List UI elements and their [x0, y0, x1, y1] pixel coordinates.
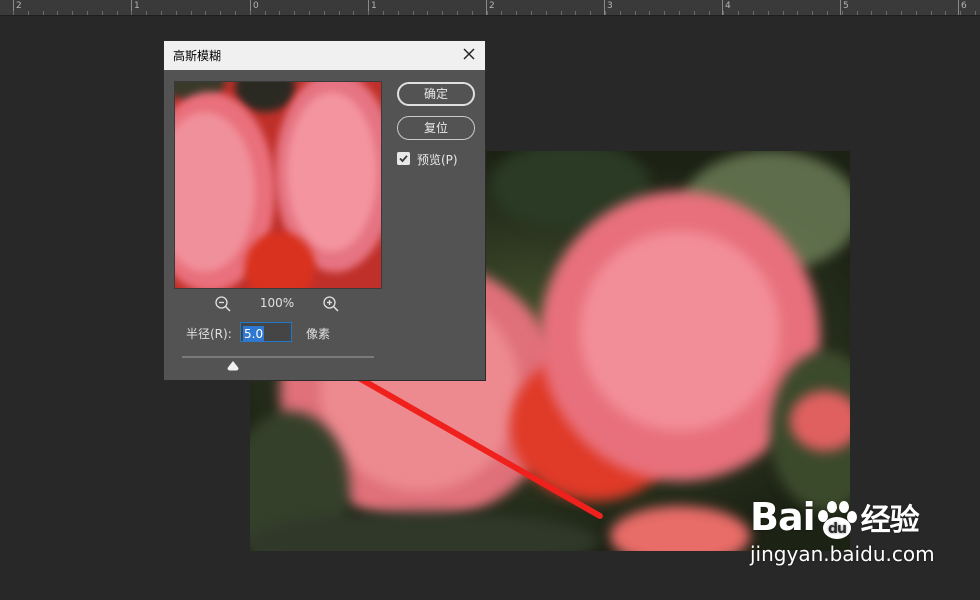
ruler-tick: [531, 11, 532, 15]
ruler-tick: [235, 11, 236, 15]
ruler-tick: [413, 11, 414, 15]
ruler-tick: [117, 11, 118, 15]
zoom-controls: 100%: [174, 295, 380, 313]
ruler-tick: [516, 11, 517, 15]
radius-slider[interactable]: [182, 356, 374, 358]
ruler-tick: [590, 11, 591, 15]
ruler-tick: [842, 11, 843, 15]
ruler-number: 0: [253, 1, 259, 11]
ruler-tick: [783, 11, 784, 15]
ruler-tick: [250, 11, 251, 15]
baidu-watermark: Bai du 经验 jingyan.baidu.com: [750, 495, 935, 566]
ruler-tick: [265, 11, 266, 15]
ruler-tick: [664, 11, 665, 15]
zoom-in-icon[interactable]: [322, 295, 340, 313]
ruler-tick: [457, 11, 458, 15]
checkbox-checked-icon[interactable]: [397, 152, 410, 165]
ruler-tick: [87, 11, 88, 15]
ruler-tick: [709, 11, 710, 15]
ruler-tick: [294, 11, 295, 15]
ruler-tick: [812, 11, 813, 15]
ruler-number: 2: [489, 1, 495, 11]
baidu-logo: Bai du 经验: [750, 495, 920, 539]
zoom-level: 100%: [259, 296, 295, 310]
ruler-tick: [161, 11, 162, 15]
ruler-tick: [102, 11, 103, 15]
ruler-tick: [738, 11, 739, 15]
ruler-tick: [368, 11, 369, 15]
ruler-tick: [205, 11, 206, 15]
preview-label: 预览(P): [417, 153, 458, 167]
ruler-tick: [176, 11, 177, 15]
gaussian-blur-dialog: 高斯模糊 100% 半径(R): 5.0 像素 确定 复位 预览(P): [163, 40, 486, 381]
ruler-tick: [220, 11, 221, 15]
ruler-tick: [827, 11, 828, 15]
ruler-tick: [768, 11, 769, 15]
ruler-tick: [546, 11, 547, 15]
ruler-tick: [472, 11, 473, 15]
ruler-tick: [279, 11, 280, 15]
ruler-tick: [871, 11, 872, 15]
ruler-tick: [57, 11, 58, 15]
filter-preview-image[interactable]: [174, 81, 382, 289]
ruler-tick: [72, 11, 73, 15]
ruler-tick: [886, 11, 887, 15]
ruler-tick: [916, 11, 917, 15]
ruler-tick: [442, 11, 443, 15]
dialog-titlebar[interactable]: 高斯模糊: [164, 41, 485, 70]
ruler-tick: [28, 11, 29, 15]
ruler-number: 5: [843, 1, 849, 11]
ruler-tick: [605, 11, 606, 15]
ruler-tick: [398, 11, 399, 15]
ruler-tick: [857, 11, 858, 15]
ruler-tick: [620, 11, 621, 15]
ruler-tick: [309, 11, 310, 15]
svg-text:du: du: [828, 521, 846, 537]
ruler-tick: [339, 11, 340, 15]
horizontal-ruler: 2 1 0 1 2 3 4 5 6: [0, 0, 980, 16]
slider-thumb-icon[interactable]: [227, 361, 239, 371]
ruler-tick: [635, 11, 636, 15]
ruler-tick: [694, 11, 695, 15]
ruler-tick: [960, 11, 961, 15]
ruler-number: 2: [16, 1, 22, 11]
ruler-tick: [945, 11, 946, 15]
ruler-tick: [575, 11, 576, 15]
ruler-tick: [43, 11, 44, 15]
ruler-tick: [797, 11, 798, 15]
ruler-tick: [561, 11, 562, 15]
radius-value[interactable]: 5.0: [243, 326, 265, 342]
ruler-number: 1: [134, 1, 140, 11]
ruler-number: 3: [607, 1, 613, 11]
ruler-tick: [975, 11, 976, 15]
ruler-tick: [501, 11, 502, 15]
ruler-number: 4: [725, 1, 731, 11]
dialog-title: 高斯模糊: [173, 49, 222, 63]
ruler-tick: [931, 11, 932, 15]
ruler-tick: [427, 11, 428, 15]
ruler-tick: [146, 11, 147, 15]
ruler-tick: [753, 11, 754, 15]
radius-unit: 像素: [306, 327, 331, 341]
ruler-tick: [13, 11, 14, 15]
radius-label: 半径(R):: [186, 327, 232, 341]
radius-input[interactable]: 5.0: [240, 322, 292, 342]
ruler-tick: [487, 11, 488, 15]
ruler-tick: [324, 11, 325, 15]
watermark-url: jingyan.baidu.com: [750, 541, 935, 566]
ruler-tick: [723, 11, 724, 15]
ruler-tick: [353, 11, 354, 15]
ruler-tick: [901, 11, 902, 15]
ruler-number: 6: [961, 1, 967, 11]
ruler-number: 1: [371, 1, 377, 11]
paw-icon: du: [817, 500, 857, 539]
ok-button[interactable]: 确定: [397, 82, 475, 106]
ruler-tick: [649, 11, 650, 15]
reset-button[interactable]: 复位: [397, 116, 475, 140]
ruler-tick: [131, 11, 132, 15]
ruler-tick: [191, 11, 192, 15]
close-icon[interactable]: [461, 46, 477, 62]
ruler-tick: [679, 11, 680, 15]
ruler-tick: [383, 11, 384, 15]
